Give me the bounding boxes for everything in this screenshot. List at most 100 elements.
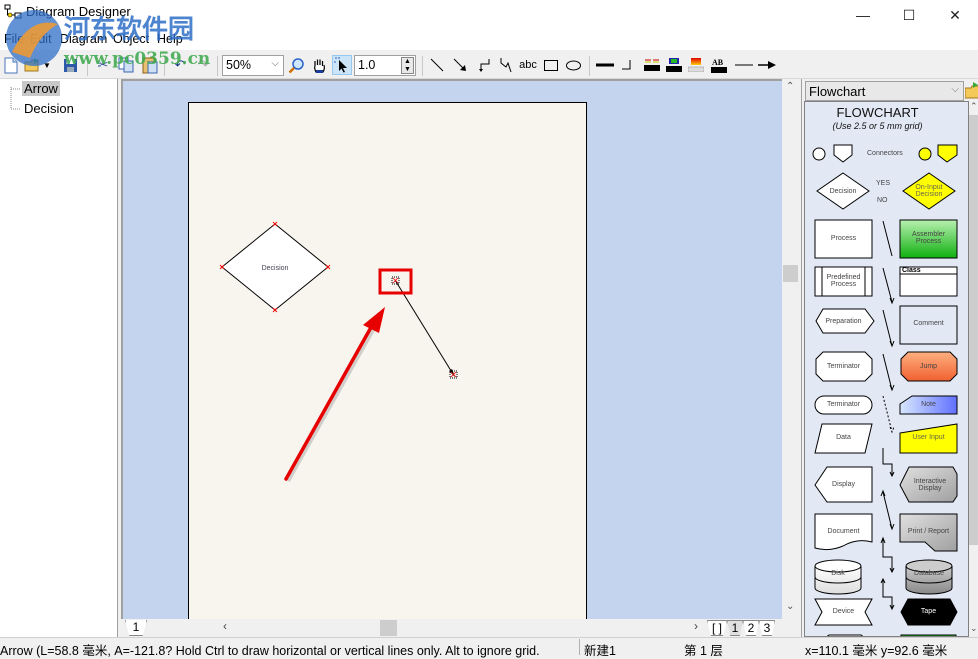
toolbar-separator xyxy=(422,56,423,76)
zoom-tool-button[interactable] xyxy=(286,55,306,75)
menu-object[interactable]: Object xyxy=(113,32,149,46)
save-button[interactable] xyxy=(60,55,80,75)
line-width-spinner[interactable]: ▲ ▼ xyxy=(401,57,414,74)
page-tab-all[interactable]: [ ] xyxy=(707,620,727,636)
line-width-input[interactable]: 1.0 ▲ ▼ xyxy=(354,55,416,76)
vertical-scrollbar[interactable]: ⌃ ⌄ xyxy=(782,79,799,619)
select-icon xyxy=(334,57,347,73)
app-icon xyxy=(4,4,22,19)
scroll-up-icon[interactable]: ⌃ xyxy=(970,101,978,112)
paste-button[interactable] xyxy=(140,55,160,75)
undo-button[interactable]: ↶ xyxy=(170,55,190,75)
status-separator xyxy=(579,639,580,655)
maximize-button[interactable]: ☐ xyxy=(886,0,932,30)
page-tab-3[interactable]: 3 xyxy=(759,620,775,636)
zoom-icon xyxy=(288,57,304,73)
label-document: Document xyxy=(827,528,860,535)
line-weight-button[interactable] xyxy=(595,55,615,75)
label-decision: Decision xyxy=(829,188,857,195)
shape-disk[interactable] xyxy=(814,559,862,595)
cut-button[interactable]: ✂ xyxy=(93,55,113,75)
hand-icon xyxy=(314,59,325,73)
vertical-scroll-thumb[interactable] xyxy=(783,265,798,282)
connectors-label: Connectors xyxy=(867,150,903,157)
fill-color-icon xyxy=(666,58,682,72)
open-library-button[interactable] xyxy=(964,81,978,99)
arrow-end-point-mark xyxy=(450,371,457,378)
arrow-line-sample xyxy=(882,353,895,392)
connector-offpage-white[interactable] xyxy=(833,144,853,163)
hand-tool-button[interactable] xyxy=(309,55,329,75)
line-color-button[interactable] xyxy=(642,55,662,75)
label-data: Data xyxy=(836,434,851,441)
arrow-line-tool-button[interactable] xyxy=(450,55,470,75)
library-scroll-thumb[interactable] xyxy=(969,115,978,545)
curve-line-tool-button[interactable] xyxy=(496,55,516,75)
line-end-arrow-button[interactable] xyxy=(757,55,777,75)
open-button[interactable] xyxy=(23,55,43,75)
page-tab-2[interactable]: 2 xyxy=(743,620,759,636)
minimize-button[interactable]: — xyxy=(840,0,886,30)
diagram-canvas[interactable]: Decision xyxy=(121,79,782,619)
object-tree: Arrow Decision xyxy=(0,79,118,637)
title-bar: Diagram Designer — ☐ ✕ xyxy=(0,0,978,30)
decision-shape[interactable]: Decision xyxy=(221,223,329,311)
tree-item-decision[interactable]: Decision xyxy=(22,101,76,116)
line-color-icon xyxy=(644,59,660,71)
label-print-report: Print / Report xyxy=(907,528,950,535)
open-library-icon xyxy=(964,82,978,99)
scroll-left-icon[interactable]: ‹ xyxy=(223,619,227,633)
label-on-input-decision: On-Input Decision xyxy=(915,184,943,198)
connector-circle-white[interactable] xyxy=(812,147,826,161)
drawing-page[interactable]: Decision xyxy=(188,102,587,619)
scroll-down-icon[interactable]: ⌄ xyxy=(970,623,978,634)
minimize-icon: — xyxy=(856,7,870,23)
ellipse-tool-button[interactable] xyxy=(563,55,583,75)
label-preparation: Preparation xyxy=(825,318,862,325)
shape-database[interactable] xyxy=(905,559,953,595)
menu-bar: File Edit Diagram Object Help xyxy=(0,30,978,50)
menu-edit[interactable]: Edit xyxy=(30,32,52,46)
arrow-shape[interactable] xyxy=(394,279,455,377)
page-tab-1[interactable]: 1 xyxy=(727,620,743,636)
text-tool-button[interactable]: abc xyxy=(517,55,539,75)
connector-offpage-yellow[interactable] xyxy=(937,144,958,163)
library-scrollbar[interactable]: ⌃ ⌄ xyxy=(969,101,978,637)
curve-line-icon xyxy=(500,58,512,73)
scroll-up-icon[interactable]: ⌃ xyxy=(786,81,794,92)
line-end-none-button[interactable] xyxy=(734,55,754,75)
label-device: Device xyxy=(832,608,855,615)
library-select[interactable]: Flowchart ⌵ xyxy=(805,81,964,101)
redo-icon: ↷ xyxy=(197,57,209,72)
undo-icon: ↶ xyxy=(174,57,186,72)
ellipse-icon xyxy=(565,60,581,70)
menu-help[interactable]: Help xyxy=(157,32,183,46)
select-tool-button[interactable] xyxy=(332,55,352,75)
scroll-down-icon[interactable]: ⌄ xyxy=(786,601,794,612)
line-tool-button[interactable] xyxy=(427,55,447,75)
font-button[interactable]: AB xyxy=(709,55,729,75)
connector-circle-yellow[interactable] xyxy=(918,147,932,161)
zoom-select[interactable]: 50% ⌵ xyxy=(222,55,284,76)
close-button[interactable]: ✕ xyxy=(932,0,978,30)
label-disk: Disk xyxy=(831,570,845,577)
fill-color-button[interactable] xyxy=(664,55,684,75)
toolbar-separator xyxy=(589,56,590,76)
page-tab-left[interactable]: 1 xyxy=(125,620,147,636)
new-icon xyxy=(4,57,18,73)
new-button[interactable] xyxy=(1,55,21,75)
corner-button[interactable] xyxy=(617,55,637,75)
rectangle-tool-button[interactable] xyxy=(541,55,561,75)
redo-button[interactable]: ↷ xyxy=(193,55,213,75)
horizontal-scrollbar: 1 ‹ › [ ] 1 2 3 xyxy=(121,619,782,637)
copy-button[interactable] xyxy=(116,55,136,75)
scroll-right-icon[interactable]: › xyxy=(694,619,698,633)
horizontal-scroll-thumb[interactable] xyxy=(380,620,397,636)
elbow-line-icon xyxy=(479,59,490,72)
open-dropdown[interactable]: ▼ xyxy=(41,55,53,75)
menu-diagram[interactable]: Diagram xyxy=(60,32,107,46)
menu-file[interactable]: File xyxy=(4,32,24,46)
elbow-line-tool-button[interactable] xyxy=(473,55,493,75)
gradient-button[interactable] xyxy=(686,55,706,75)
tree-item-arrow[interactable]: Arrow xyxy=(22,81,60,96)
